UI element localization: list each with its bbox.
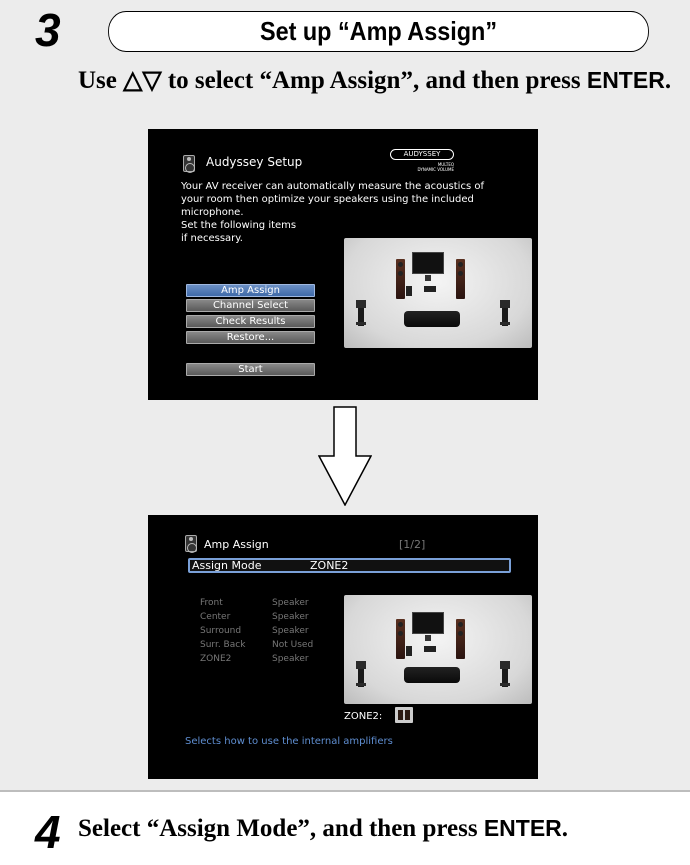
room-illustration [344, 238, 532, 348]
front-left-speaker [396, 259, 405, 299]
row-value: Speaker [272, 612, 309, 622]
step3-number: 3 [35, 4, 61, 56]
step4-suffix: . [561, 815, 569, 842]
channel-select-button[interactable]: Channel Select [186, 299, 315, 312]
tv-illustration [412, 252, 444, 281]
row-name: Front [200, 598, 223, 608]
help-text: Selects how to use the internal amplifie… [185, 736, 393, 747]
description-line: microphone. [181, 207, 244, 218]
row-value: Speaker [272, 626, 309, 636]
step4-instruction: Select “Assign Mode”, and then press ENT… [78, 815, 568, 843]
screen-header: Audyssey Setup [206, 155, 303, 169]
speaker-icon [185, 535, 197, 553]
audyssey-setup-screen: Audyssey Setup AUDYSSEY MULTEQ DYNAMIC V… [148, 129, 538, 400]
section-divider [0, 790, 690, 792]
description-line: if necessary. [181, 233, 243, 244]
assign-mode-value: ZONE2 [310, 559, 349, 572]
center-speaker [424, 646, 436, 652]
start-button[interactable]: Start [186, 363, 315, 376]
zone2-speakers-icon [395, 707, 413, 723]
center-speaker [424, 286, 436, 292]
tv-illustration [412, 612, 444, 641]
surround-right-speaker [500, 661, 510, 687]
amp-assign-button[interactable]: Amp Assign [186, 284, 315, 297]
description-line: Your AV receiver can automatically measu… [181, 181, 484, 192]
row-name: ZONE2 [200, 654, 232, 664]
row-value: Speaker [272, 654, 309, 664]
assign-mode-label: Assign Mode [192, 559, 262, 572]
logo-dynamic-volume: DYNAMIC VOLUME [417, 167, 454, 172]
subwoofer [406, 646, 412, 656]
down-arrow-icon [318, 406, 372, 506]
row-value: Not Used [272, 640, 314, 650]
row-name: Surround [200, 626, 242, 636]
description-line: Set the following items [181, 220, 297, 231]
enter-key-label: ENTER [586, 67, 665, 93]
sofa-illustration [404, 667, 460, 683]
speaker-icon [183, 155, 195, 173]
room-illustration [344, 595, 532, 704]
surround-left-speaker [356, 300, 366, 326]
front-left-speaker [396, 619, 405, 659]
row-name: Center [200, 612, 231, 622]
audyssey-logo: AUDYSSEY [390, 149, 454, 160]
instruction-text: Use △▽ to select “Amp Assign”, and then … [78, 67, 581, 94]
page-indicator: [1/2] [399, 538, 426, 551]
restore-button[interactable]: Restore... [186, 331, 315, 344]
subwoofer [406, 286, 412, 296]
assign-mode-row[interactable]: Assign Mode ZONE2 [188, 558, 511, 573]
amp-assign-screen: Amp Assign [1/2] Assign Mode ZONE2 Front… [148, 515, 538, 779]
front-right-speaker [456, 619, 465, 659]
row-value: Speaker [272, 598, 309, 608]
step4-number: 4 [35, 806, 61, 858]
surround-right-speaker [500, 300, 510, 326]
surround-left-speaker [356, 661, 366, 687]
step3-title: Set up “Amp Assign” [108, 11, 649, 52]
screen-header: Amp Assign [204, 538, 269, 551]
check-results-button[interactable]: Check Results [186, 315, 315, 328]
step4-text: Select “Assign Mode”, and then press [78, 815, 478, 842]
sofa-illustration [404, 311, 460, 327]
enter-key-label: ENTER [483, 815, 562, 841]
instruction-suffix: . [664, 67, 672, 94]
row-name: Surr. Back [200, 640, 246, 650]
zone2-label: ZONE2: [344, 711, 383, 722]
step3-instruction: Use △▽ to select “Amp Assign”, and then … [78, 63, 688, 98]
front-right-speaker [456, 259, 465, 299]
description-line: your room then optimize your speakers us… [181, 194, 474, 205]
